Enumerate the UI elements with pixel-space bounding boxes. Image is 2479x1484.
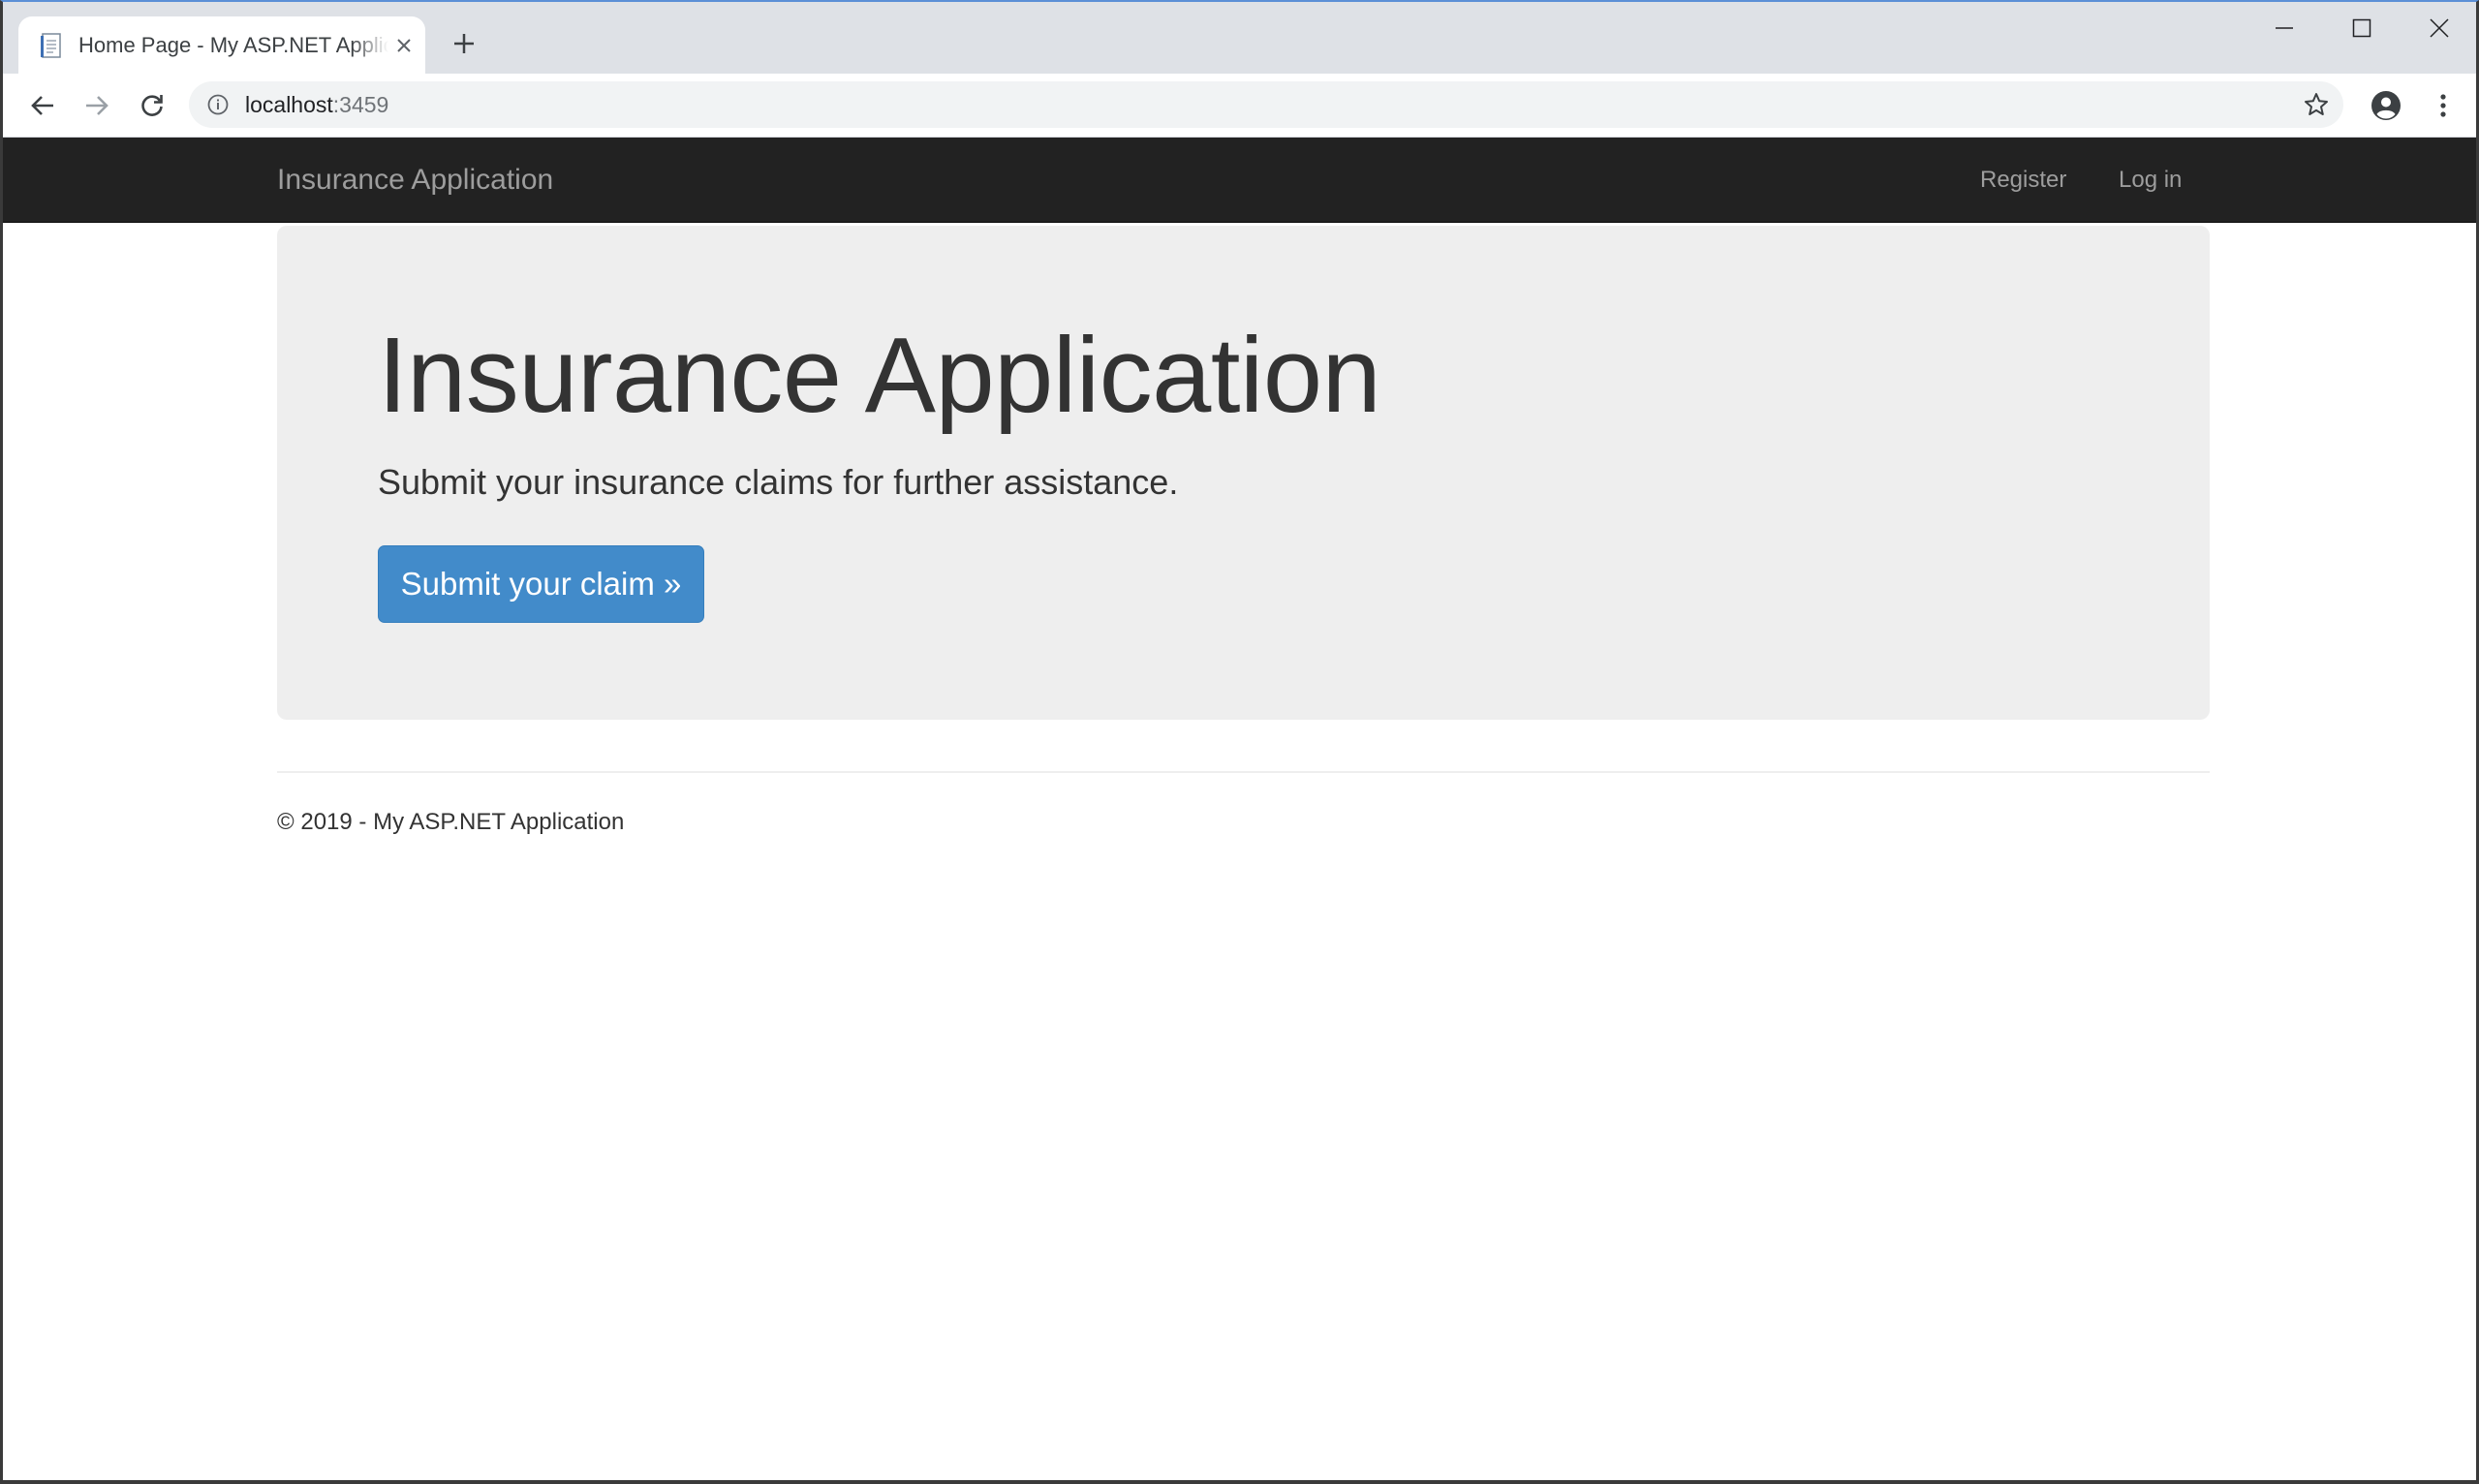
site-navbar: Insurance Application Register Log in xyxy=(3,138,2476,223)
profile-button[interactable] xyxy=(2368,87,2404,124)
footer-divider xyxy=(277,771,2210,773)
tab-title: Home Page - My ASP.NET Application xyxy=(78,33,388,57)
minimize-button[interactable] xyxy=(2246,2,2323,54)
close-icon xyxy=(2430,18,2449,38)
url-text[interactable]: localhost:3459 xyxy=(245,81,388,128)
back-button[interactable] xyxy=(24,87,61,124)
arrow-left-icon xyxy=(30,93,55,118)
plus-icon xyxy=(453,33,475,54)
star-icon[interactable] xyxy=(2303,91,2330,118)
browser-menu-button[interactable] xyxy=(2425,87,2462,124)
url-port: :3459 xyxy=(332,92,389,117)
close-tab-icon[interactable] xyxy=(392,34,416,57)
minimize-icon xyxy=(2275,18,2294,38)
navbar-brand[interactable]: Insurance Application xyxy=(277,138,553,223)
footer-copyright: © 2019 - My ASP.NET Application xyxy=(277,809,625,835)
register-link[interactable]: Register xyxy=(1980,138,2066,223)
new-tab-button[interactable] xyxy=(447,26,481,61)
arrow-right-icon xyxy=(84,93,109,118)
login-link[interactable]: Log in xyxy=(2119,138,2182,223)
tab-home-page[interactable]: Home Page - My ASP.NET Application xyxy=(18,16,425,74)
kebab-menu-icon xyxy=(2439,93,2447,118)
page-title: Insurance Application xyxy=(378,316,1381,435)
reload-icon xyxy=(139,93,165,118)
tab-strip: Home Page - My ASP.NET Application xyxy=(3,2,2476,74)
forward-button[interactable] xyxy=(78,87,115,124)
maximize-button[interactable] xyxy=(2323,2,2401,54)
submit-claim-button[interactable]: Submit your claim » xyxy=(378,545,704,623)
browser-toolbar: localhost:3459 xyxy=(3,74,2476,138)
info-icon[interactable] xyxy=(206,93,230,116)
document-icon xyxy=(40,33,65,59)
account-circle-icon xyxy=(2371,90,2402,121)
browser-window: Home Page - My ASP.NET Application xyxy=(0,0,2479,1484)
reload-button[interactable] xyxy=(134,87,170,124)
lead-text: Submit your insurance claims for further… xyxy=(378,462,1179,502)
close-window-button[interactable] xyxy=(2401,2,2476,54)
address-bar[interactable]: localhost:3459 xyxy=(189,81,2343,128)
jumbotron: Insurance Application Submit your insura… xyxy=(277,226,2210,720)
web-page: Insurance Application Register Log in In… xyxy=(3,138,2476,1480)
maximize-icon xyxy=(2352,18,2371,38)
url-host: localhost xyxy=(245,92,333,117)
